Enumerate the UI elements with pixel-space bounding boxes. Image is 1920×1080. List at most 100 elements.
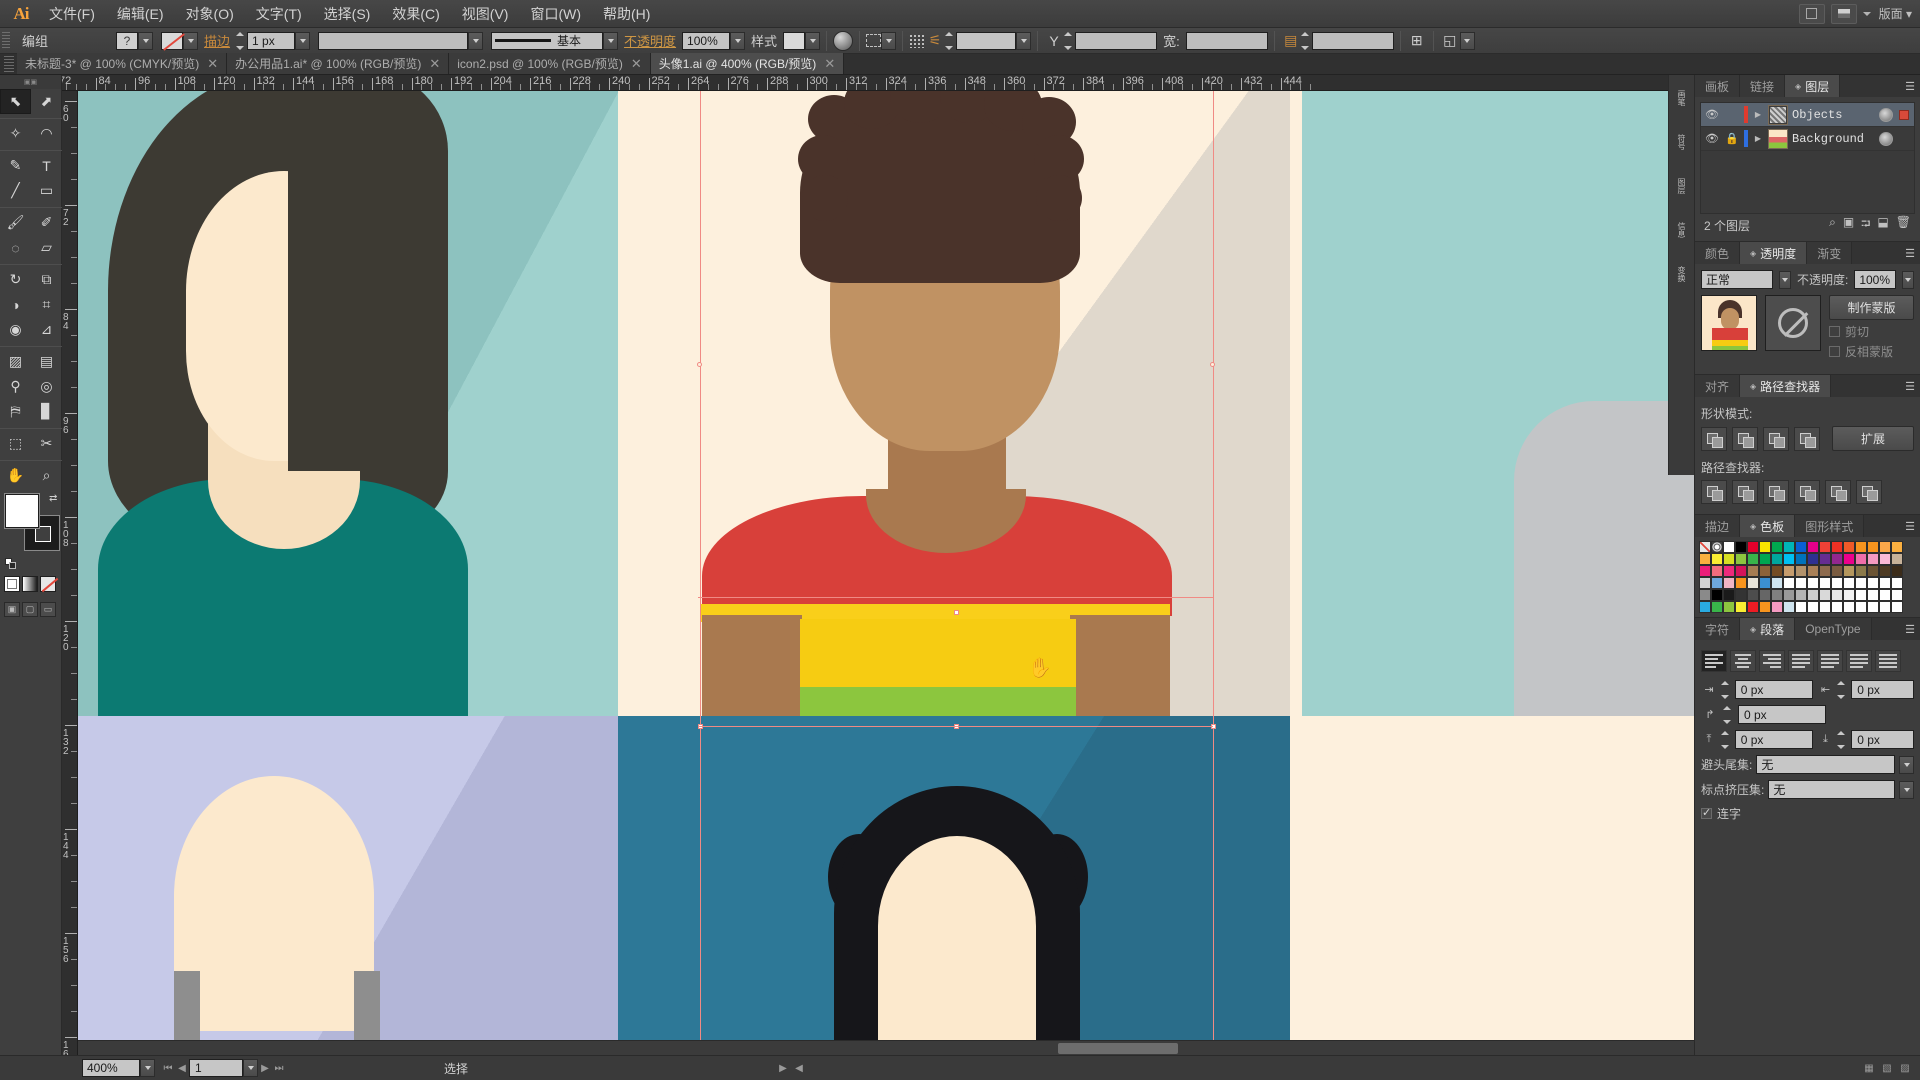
transform-extra-input[interactable]	[1311, 31, 1394, 50]
paintbrush-tool[interactable]: 🖌	[0, 210, 31, 235]
stroke-color-swatch[interactable]	[161, 31, 184, 50]
swatch-color[interactable]	[1783, 577, 1795, 589]
artboard-tool[interactable]: ⬚	[0, 431, 31, 456]
stroke-weight-stepper[interactable]	[236, 31, 247, 50]
stroke-profile-select[interactable]	[318, 31, 469, 50]
symbol-sprayer-tool[interactable]: ⛿	[0, 399, 31, 424]
status-extra-icon-3[interactable]: ▨	[1898, 1063, 1912, 1074]
document-setup-icon[interactable]: ◱	[1440, 31, 1460, 51]
close-icon[interactable]: ✕	[824, 56, 835, 72]
swatch-color[interactable]	[1759, 541, 1771, 553]
invert-mask-checkbox[interactable]	[1829, 346, 1840, 357]
workspace-switcher[interactable]: 版面 ▾	[1871, 5, 1920, 22]
avatar-cell-bottom-right[interactable]	[1290, 716, 1694, 1055]
document-tab-2[interactable]: 办公用品1.ai* @ 100% (RGB/预览) ✕	[227, 53, 450, 74]
recolor-dropdown[interactable]	[881, 31, 897, 50]
artboard[interactable]: ✋	[78, 91, 1694, 1055]
pathfinder-button-2[interactable]	[1825, 480, 1851, 504]
opacity-mask-icon[interactable]	[833, 30, 854, 51]
avatar-cell-top-right[interactable]	[1290, 91, 1694, 716]
swatch-color[interactable]	[1711, 553, 1723, 565]
swatch-color[interactable]	[1819, 565, 1831, 577]
stroke-profile-dropdown[interactable]	[468, 31, 484, 50]
rotate-tool[interactable]: ↻	[0, 267, 31, 292]
pathfinder-button-4[interactable]	[1763, 480, 1789, 504]
tab-图形样式[interactable]: 图形样式	[1795, 515, 1865, 537]
horizontal-ruler[interactable]: 7284961081201321441561681801922042162282…	[62, 75, 1694, 91]
delete-layer-icon[interactable]: 🗑	[1896, 215, 1911, 236]
tab-对齐[interactable]: 对齐	[1695, 375, 1741, 397]
first-artboard-button[interactable]: ⏮	[161, 1063, 175, 1074]
expand-layer-icon[interactable]: ▶	[1752, 110, 1764, 119]
swatch-color[interactable]	[1819, 553, 1831, 565]
kinsoku-dropdown[interactable]	[1899, 780, 1914, 799]
type-tool[interactable]: T	[31, 153, 62, 178]
scale-tool[interactable]: ⧉	[31, 267, 62, 292]
avatar-cell-top-left[interactable]	[78, 91, 618, 716]
tab-链接[interactable]: 链接	[1740, 75, 1786, 97]
transform-y-icon[interactable]: Y	[1044, 31, 1064, 51]
swatch-color[interactable]	[1867, 565, 1879, 577]
swatch-none[interactable]	[1699, 541, 1711, 553]
swatch-color[interactable]	[1831, 553, 1843, 565]
width-tool[interactable]: ◑	[0, 292, 31, 317]
shape-mode-button-1[interactable]	[1794, 426, 1820, 451]
transform-x-input[interactable]	[956, 31, 1017, 50]
layer-name[interactable]: Background	[1792, 132, 1875, 146]
swatch-color[interactable]	[1891, 565, 1903, 577]
next-artboard-button[interactable]: ▶	[258, 1063, 272, 1074]
swatch-color[interactable]	[1807, 565, 1819, 577]
opacity-input[interactable]: 100%	[682, 31, 731, 50]
swatch-color[interactable]	[1831, 541, 1843, 553]
canvas-horizontal-scrollbar[interactable]	[78, 1040, 1694, 1055]
eyedropper-tool[interactable]: ⚲	[0, 374, 31, 399]
tab-色板[interactable]: ◈ 色板	[1740, 515, 1796, 537]
swatch-color[interactable]	[1891, 601, 1903, 613]
swatch-color[interactable]	[1711, 577, 1723, 589]
document-tab-3[interactable]: icon2.psd @ 100% (RGB/预览) ✕	[449, 53, 651, 74]
line-segment-tool[interactable]: ╱	[0, 178, 31, 203]
swatch-color[interactable]	[1783, 541, 1795, 553]
layer-target-icon[interactable]	[1879, 107, 1893, 122]
swatch-color[interactable]	[1819, 541, 1831, 553]
shape-mode-button-3[interactable]	[1732, 426, 1758, 451]
transform-w-input[interactable]	[1075, 31, 1158, 50]
menu-5[interactable]: 选择(S)	[313, 0, 382, 29]
invert-mask-option[interactable]: 反相蒙版	[1829, 343, 1914, 360]
swatch-color[interactable]	[1759, 565, 1771, 577]
swatch-color[interactable]	[1843, 577, 1855, 589]
space-after-input[interactable]: 0 px	[1851, 730, 1915, 749]
tab-渐变[interactable]: 渐变	[1807, 242, 1853, 264]
pencil-tool[interactable]: ✐	[31, 210, 62, 235]
swatch-color[interactable]	[1879, 553, 1891, 565]
swatch-color[interactable]	[1879, 601, 1891, 613]
swatch-color[interactable]	[1867, 553, 1879, 565]
align-grid-icon[interactable]	[909, 33, 926, 48]
swatch-color[interactable]	[1855, 553, 1867, 565]
tab-透明度[interactable]: ◈ 透明度	[1740, 242, 1808, 264]
swatch-color[interactable]	[1759, 577, 1771, 589]
swatch-color[interactable]	[1699, 565, 1711, 577]
transform-dropdown-1[interactable]	[1016, 31, 1032, 50]
swatch-color[interactable]	[1747, 601, 1759, 613]
indent-right-stepper[interactable]	[1837, 680, 1847, 699]
swatch-color[interactable]	[1771, 601, 1783, 613]
canvas-area[interactable]: ✋	[78, 91, 1694, 1055]
avatar-cell-bottom-center[interactable]	[618, 716, 1290, 1055]
collapsed-panel-2[interactable]: 符号	[1672, 125, 1692, 159]
brush-dropdown[interactable]	[603, 31, 619, 50]
swatch-color[interactable]	[1831, 589, 1843, 601]
mask-thumbnail[interactable]	[1765, 295, 1821, 351]
fill-dropdown-arrow[interactable]	[138, 31, 154, 50]
swatch-color[interactable]	[1807, 589, 1819, 601]
layer-target-icon[interactable]	[1879, 131, 1893, 146]
tab-bar-grip[interactable]	[4, 56, 14, 72]
swatch-color[interactable]	[1795, 541, 1807, 553]
collapsed-panel-4[interactable]: 信息	[1672, 213, 1692, 247]
color-button[interactable]	[4, 576, 20, 592]
pathfinder-button-6[interactable]	[1701, 480, 1727, 504]
expand-button[interactable]: 扩展	[1832, 426, 1914, 451]
swatch-color[interactable]	[1771, 541, 1783, 553]
document-tab-4[interactable]: 头像1.ai @ 400% (RGB/预览) ✕	[650, 53, 845, 74]
swatch-color[interactable]	[1879, 565, 1891, 577]
